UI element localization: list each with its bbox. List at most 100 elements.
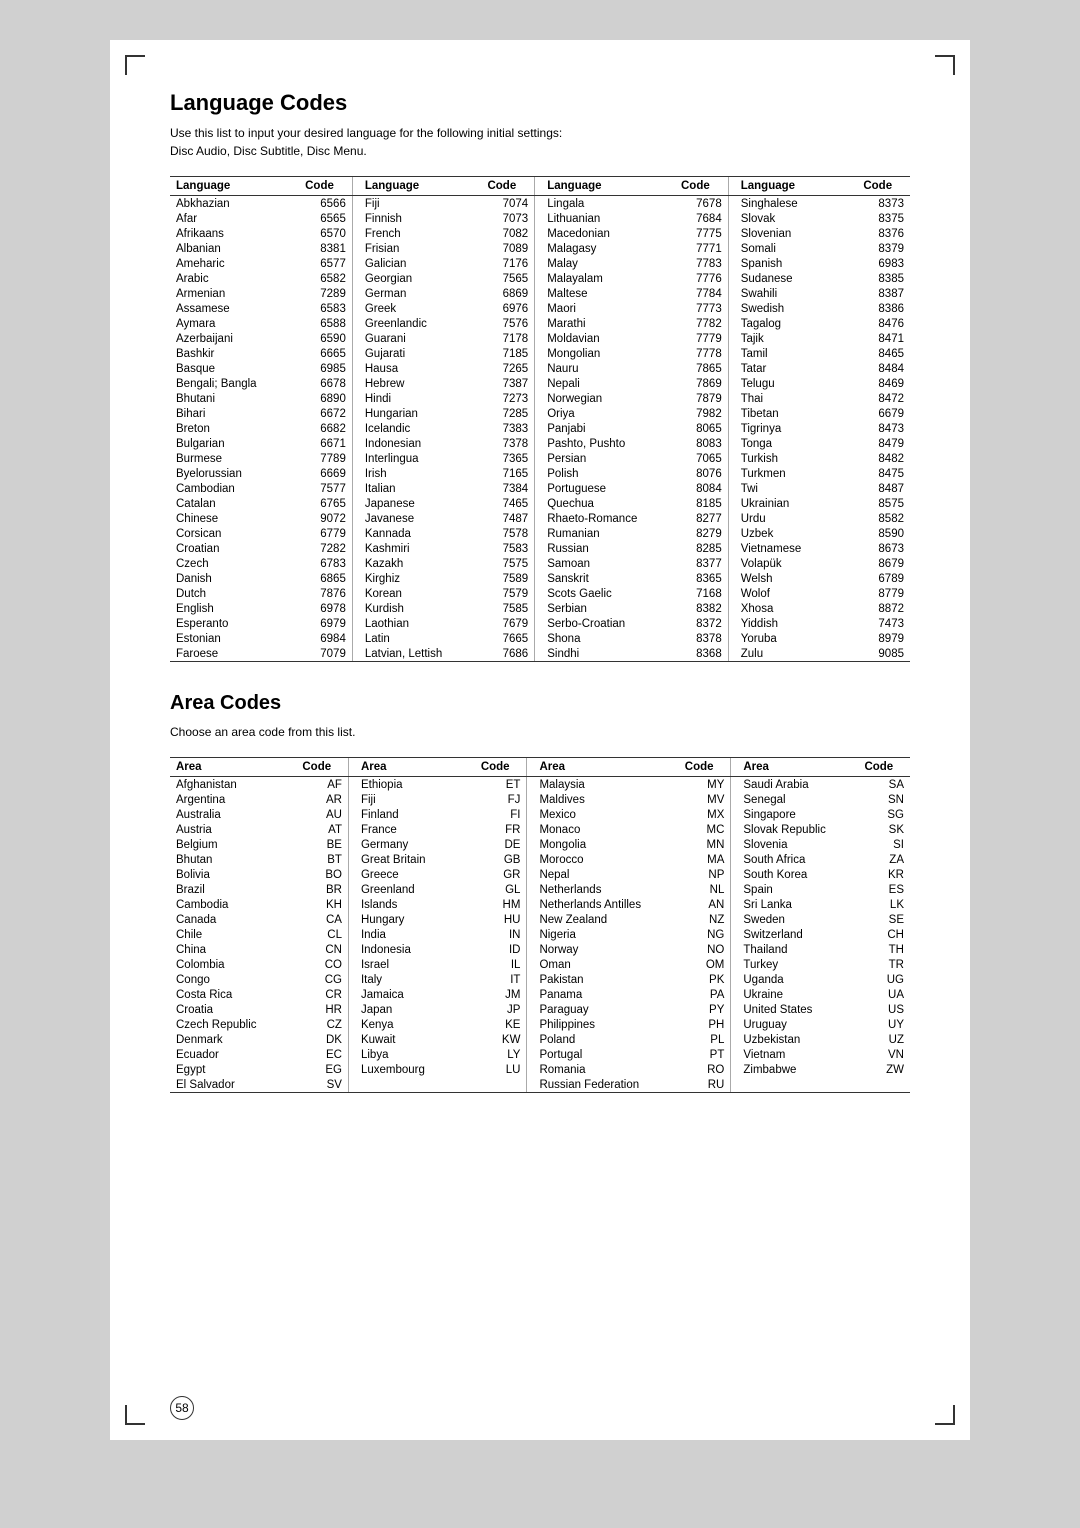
lang-name: Polish — [535, 466, 675, 481]
area-name: Croatia — [170, 1002, 296, 1017]
area-name: Finland — [348, 807, 474, 822]
area-code: NG — [679, 927, 731, 942]
lang-code: 8679 — [857, 556, 910, 571]
area-name: Ethiopia — [348, 777, 474, 793]
area-code: RO — [679, 1062, 731, 1077]
language-description: Use this list to input your desired lang… — [170, 124, 910, 160]
lang-code: 7684 — [675, 211, 728, 226]
area-name: Spain — [731, 882, 859, 897]
lang-code: 7982 — [675, 406, 728, 421]
lang-code: 7165 — [481, 466, 534, 481]
lang-name: Bihari — [170, 406, 299, 421]
lang-code: 9085 — [857, 646, 910, 662]
lang-code: 7865 — [675, 361, 728, 376]
table-row: AustriaATFranceFRMonacoMCSlovak Republic… — [170, 822, 910, 837]
area-code: BO — [296, 867, 348, 882]
lang-code: 7378 — [481, 436, 534, 451]
lang-name: Moldavian — [535, 331, 675, 346]
area-code: ET — [475, 777, 527, 793]
lang-name: Serbo-Croatian — [535, 616, 675, 631]
lang-code: 7178 — [481, 331, 534, 346]
table-row: Bashkir6665Gujarati7185Mongolian7778Tami… — [170, 346, 910, 361]
table-row: Croatian7282Kashmiri7583Russian8285Vietn… — [170, 541, 910, 556]
lang-name: Singhalese — [728, 196, 857, 212]
lang-name: Breton — [170, 421, 299, 436]
lang-name: Portuguese — [535, 481, 675, 496]
area-name: Slovenia — [731, 837, 859, 852]
area-code: LU — [475, 1062, 527, 1077]
lang-name: Lithuanian — [535, 211, 675, 226]
lang-name: Thai — [728, 391, 857, 406]
area-code: LK — [858, 897, 910, 912]
lang-name: Frisian — [352, 241, 481, 256]
lang-code: 8375 — [857, 211, 910, 226]
lang-name: Persian — [535, 451, 675, 466]
lang-name: Kazakh — [352, 556, 481, 571]
lang-name: Byelorussian — [170, 466, 299, 481]
lang-name: Latvian, Lettish — [352, 646, 481, 662]
area-code: JP — [475, 1002, 527, 1017]
lang-code: 6983 — [857, 256, 910, 271]
lang-code: 6976 — [481, 301, 534, 316]
area-code: AN — [679, 897, 731, 912]
lang-code: 8779 — [857, 586, 910, 601]
lang-name: Yoruba — [728, 631, 857, 646]
table-row: Corsican6779Kannada7578Rumanian8279Uzbek… — [170, 526, 910, 541]
lang-name: Rhaeto-Romance — [535, 511, 675, 526]
table-row: Afrikaans6570French7082Macedonian7775Slo… — [170, 226, 910, 241]
lang-code: 7578 — [481, 526, 534, 541]
lang-code: 7383 — [481, 421, 534, 436]
area-name: Mexico — [527, 807, 679, 822]
area-name: Costa Rica — [170, 987, 296, 1002]
area-code: AT — [296, 822, 348, 837]
table-row: Byelorussian6669Irish7165Polish8076Turkm… — [170, 466, 910, 481]
table-row: Estonian6984Latin7665Shona8378Yoruba8979 — [170, 631, 910, 646]
area-name: Switzerland — [731, 927, 859, 942]
area-name: Paraguay — [527, 1002, 679, 1017]
area-name: Italy — [348, 972, 474, 987]
area-code: CR — [296, 987, 348, 1002]
lang-code: 7575 — [481, 556, 534, 571]
area-name: Senegal — [731, 792, 859, 807]
lang-code: 7387 — [481, 376, 534, 391]
table-row: Chinese9072Javanese7487Rhaeto-Romance827… — [170, 511, 910, 526]
table-row: El SalvadorSVRussian FederationRU — [170, 1077, 910, 1093]
lang-name: Afrikaans — [170, 226, 299, 241]
area-code: FR — [475, 822, 527, 837]
area-code: DK — [296, 1032, 348, 1047]
lang-name: Nauru — [535, 361, 675, 376]
area-code — [858, 1077, 910, 1093]
table-row: Dutch7876Korean7579Scots Gaelic7168Wolof… — [170, 586, 910, 601]
lang-code: 8365 — [675, 571, 728, 586]
lang-code: 8673 — [857, 541, 910, 556]
lang-name: Nepali — [535, 376, 675, 391]
lang-name: Mongolian — [535, 346, 675, 361]
area-name: Mongolia — [527, 837, 679, 852]
lang-code: 7782 — [675, 316, 728, 331]
area-name: Great Britain — [348, 852, 474, 867]
lang-code: 8379 — [857, 241, 910, 256]
lang-name: Russian — [535, 541, 675, 556]
lang-code: 7783 — [675, 256, 728, 271]
lang-name: Esperanto — [170, 616, 299, 631]
lang-name: Gujarati — [352, 346, 481, 361]
area-code: SV — [296, 1077, 348, 1093]
area-code: CN — [296, 942, 348, 957]
area-name: Islands — [348, 897, 474, 912]
lang-code: 7771 — [675, 241, 728, 256]
lang-name: Interlingua — [352, 451, 481, 466]
lang-name: Malay — [535, 256, 675, 271]
lang-name: Shona — [535, 631, 675, 646]
lang-name: Bengali; Bangla — [170, 376, 299, 391]
lang-code: 8373 — [857, 196, 910, 212]
table-row: Bengali; Bangla6678Hebrew7387Nepali7869T… — [170, 376, 910, 391]
area-description: Choose an area code from this list. — [170, 723, 910, 741]
area-code: FJ — [475, 792, 527, 807]
code-col-3-header: Code — [675, 177, 728, 196]
area-col-2-header: Area — [348, 758, 474, 777]
lang-name: Tamil — [728, 346, 857, 361]
area-name: Morocco — [527, 852, 679, 867]
lang-code: 7365 — [481, 451, 534, 466]
table-row: Bhutani6890Hindi7273Norwegian7879Thai847… — [170, 391, 910, 406]
area-code: TR — [858, 957, 910, 972]
